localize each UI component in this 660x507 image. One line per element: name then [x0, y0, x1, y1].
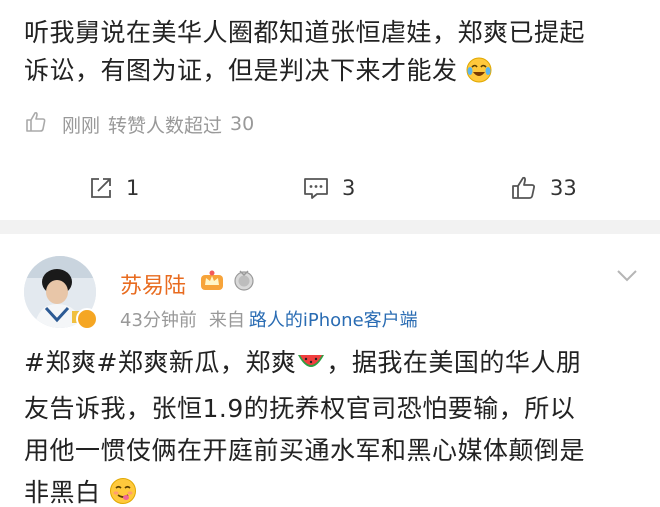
post-second-line1-a: #郑爽#郑爽新瓜，郑爽 [24, 348, 297, 377]
comment-button[interactable]: 3 [302, 168, 355, 208]
post-second-line3: 用他一惯伎俩在开庭前买通水军和黑心媒体颠倒是 [24, 436, 586, 465]
meta-reposts-label: 转赞人数超过 [108, 114, 223, 137]
source-link[interactable]: 路人的iPhone客户端 [249, 306, 418, 332]
post-first-line2: 诉讼，有图为证，但是判决下来才能发 [24, 56, 458, 85]
medal-badge[interactable] [232, 268, 256, 296]
post-second-line2: 友告诉我，张恒1.9的抚养权官司恐怕要输，所以 [24, 394, 576, 423]
repost-icon [91, 178, 111, 198]
post-second: 苏易陆 43分钟前 来自 路人的iPhone客户端 #郑爽#郑爽新瓜，郑爽 ，据… [0, 234, 660, 507]
post-first-meta: 刚刚 转赞人数超过 30 [24, 110, 254, 138]
username[interactable]: 苏易陆 [120, 268, 186, 300]
post-second-line1-b: ，据我在美国的华人朋 [326, 348, 582, 377]
post-time: 43分钟前 [120, 310, 197, 331]
post-second-line1: #郑爽#郑爽新瓜，郑爽 ，据我在美国的华人朋 [24, 342, 644, 388]
chevron-down-icon[interactable] [616, 268, 638, 287]
post-first-line2-wrap: 诉讼，有图为证，但是判决下来才能发 [24, 52, 644, 94]
yummy-emoji [109, 476, 137, 507]
crown-badge[interactable] [200, 269, 224, 295]
laugh-cry-emoji [466, 56, 492, 94]
feed-divider [0, 220, 660, 234]
like-button[interactable]: 33 [510, 168, 577, 208]
user-badges [200, 268, 264, 296]
comment-icon [304, 178, 328, 199]
verified-badge [76, 308, 98, 330]
post-first-text: 听我舅说在美华人圈都知道张恒虐娃，郑爽已提起 诉讼，有图为证，但是判决下来才能发 [24, 14, 644, 94]
repost-count: 1 [126, 176, 140, 200]
meta-time: 刚刚 [62, 114, 101, 137]
post-second-line4-wrap: 非黑白 [24, 472, 644, 507]
post-first-actions: 1 3 33 [0, 168, 660, 208]
like-icon [512, 176, 535, 199]
like-outline-icon[interactable] [24, 110, 62, 139]
post-first: 听我舅说在美华人圈都知道张恒虐娃，郑爽已提起 诉讼，有图为证，但是判决下来才能发… [0, 0, 660, 220]
meta-count: 30 [230, 113, 255, 135]
post-second-line4: 非黑白 [24, 478, 101, 507]
post-second-meta: 43分钟前 来自 路人的iPhone客户端 [120, 306, 418, 332]
repost-button[interactable]: 1 [88, 168, 139, 208]
post-first-line1: 听我舅说在美华人圈都知道张恒虐娃，郑爽已提起 [24, 18, 586, 47]
watermelon-emoji [296, 346, 326, 388]
from-label: 来自 [208, 310, 245, 331]
post-second-text: #郑爽#郑爽新瓜，郑爽 ，据我在美国的华人朋 友告诉我，张恒1.9的抚养权官司恐… [24, 342, 644, 507]
comment-count: 3 [342, 176, 356, 200]
like-count: 33 [550, 176, 577, 200]
